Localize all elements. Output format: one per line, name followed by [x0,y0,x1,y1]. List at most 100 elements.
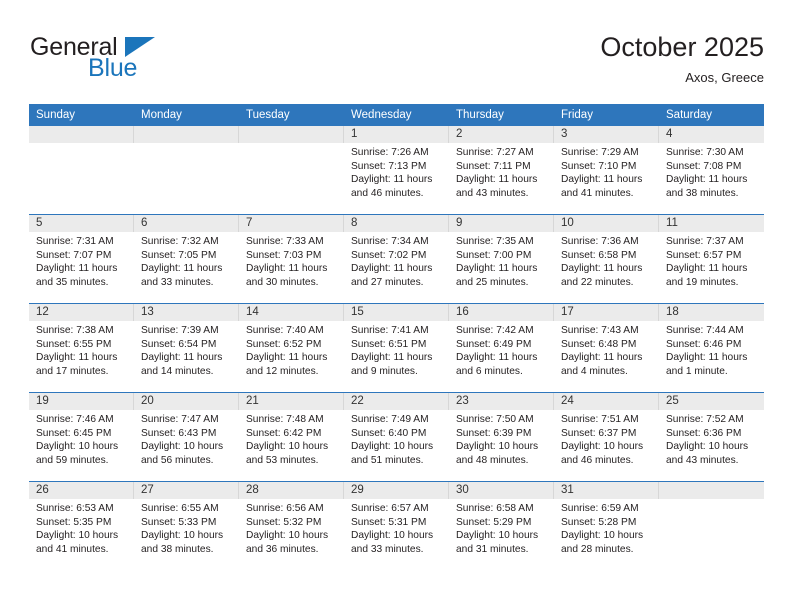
calendar-day-cell[interactable]: 9 Sunrise: 7:35 AM Sunset: 7:00 PM Daylight… [449,214,554,304]
calendar-day-cell[interactable]: 29 Sunrise: 6:57 AM Sunset: 5:31 PM Dayligh… [344,481,449,570]
daylight-text-line2: and 30 minutes. [246,276,319,288]
calendar-day-cell[interactable]: 7 Sunrise: 7:33 AM Sunset: 7:03 PM Daylight… [239,214,344,304]
daylight-text-line1: Daylight: 10 hours [141,530,224,542]
calendar-day-cell[interactable]: 13 Sunrise: 7:39 AM Sunset: 6:54 PM Dayligh… [134,303,239,393]
calendar-day-cell[interactable]: 31 Sunrise: 6:59 AM Sunset: 5:28 PM Dayligh… [554,481,659,570]
calendar-day-cell[interactable]: 21 Sunrise: 7:48 AM Sunset: 6:42 PM Dayligh… [239,392,344,482]
daylight-text-line2: and 33 minutes. [351,543,424,555]
day-cell-inner: 8 Sunrise: 7:34 AM Sunset: 7:02 PM Daylight… [344,215,449,303]
calendar-day-cell[interactable]: 26 Sunrise: 6:53 AM Sunset: 5:35 PM Dayligh… [29,481,134,570]
day-number: 15 [351,306,364,318]
weekday-header-friday: Friday [554,104,659,126]
calendar-day-cell[interactable]: 27 Sunrise: 6:55 AM Sunset: 5:33 PM Dayligh… [134,481,239,570]
daylight-text-line2: and 27 minutes. [351,276,424,288]
sunset-text: Sunset: 6:49 PM [456,338,532,350]
daylight-text-line2: and 48 minutes. [456,454,529,466]
day-number-band: 11 [659,215,764,232]
day-number-band: 2 [449,126,554,143]
calendar-day-cell[interactable]: 3 Sunrise: 7:29 AM Sunset: 7:10 PM Daylight… [554,126,659,215]
day-cell-details: Sunrise: 7:44 AM Sunset: 6:46 PM Daylight:… [659,321,764,378]
weekday-header-saturday: Saturday [659,104,764,126]
sunset-text: Sunset: 6:51 PM [351,338,427,350]
day-cell-details: Sunrise: 7:30 AM Sunset: 7:08 PM Daylight:… [659,143,764,200]
day-number: 17 [561,306,574,318]
daylight-text-line2: and 22 minutes. [561,276,634,288]
daylight-text-line2: and 43 minutes. [456,187,529,199]
sunset-text: Sunset: 6:42 PM [246,427,322,439]
daylight-text-line2: and 38 minutes. [666,187,739,199]
calendar-day-cell[interactable]: 17 Sunrise: 7:43 AM Sunset: 6:48 PM Dayligh… [554,303,659,393]
day-cell-details: Sunrise: 7:39 AM Sunset: 6:54 PM Daylight:… [134,321,239,378]
day-cell-inner: 11 Sunrise: 7:37 AM Sunset: 6:57 PM Dayligh… [659,215,764,303]
day-number: 4 [666,128,673,140]
sunset-text: Sunset: 5:32 PM [246,516,322,528]
day-number-band: 30 [449,482,554,499]
daylight-text-line2: and 38 minutes. [141,543,214,555]
daylight-text-line2: and 14 minutes. [141,365,214,377]
calendar-day-cell[interactable]: 16 Sunrise: 7:42 AM Sunset: 6:49 PM Dayligh… [449,303,554,393]
calendar-day-cell[interactable]: 1 Sunrise: 7:26 AM Sunset: 7:13 PM Daylight… [344,126,449,215]
calendar-day-cell[interactable]: 15 Sunrise: 7:41 AM Sunset: 6:51 PM Dayligh… [344,303,449,393]
calendar-day-cell[interactable]: 5 Sunrise: 7:31 AM Sunset: 7:07 PM Daylight… [29,214,134,304]
sunrise-text: Sunrise: 6:56 AM [246,503,324,514]
day-cell-inner: 7 Sunrise: 7:33 AM Sunset: 7:03 PM Daylight… [239,215,344,303]
day-cell-details: Sunrise: 7:41 AM Sunset: 6:51 PM Daylight:… [344,321,449,378]
daylight-text-line2: and 6 minutes. [456,365,523,377]
general-blue-logo[interactable]: General Blue [29,31,259,89]
calendar-page: General Blue October 2025 Axos, Greece S… [0,0,792,612]
day-cell-inner: 17 Sunrise: 7:43 AM Sunset: 6:48 PM Dayligh… [554,304,659,392]
sunrise-text: Sunrise: 7:31 AM [36,236,114,247]
day-cell-inner: 27 Sunrise: 6:55 AM Sunset: 5:33 PM Dayligh… [134,482,239,570]
calendar-day-cell[interactable]: 10 Sunrise: 7:36 AM Sunset: 6:58 PM Dayligh… [554,214,659,304]
calendar-day-cell[interactable]: 25 Sunrise: 7:52 AM Sunset: 6:36 PM Dayligh… [659,392,764,482]
calendar-body: 1 Sunrise: 7:26 AM Sunset: 7:13 PM Daylight… [29,126,764,570]
calendar-day-cell[interactable]: 4 Sunrise: 7:30 AM Sunset: 7:08 PM Daylight… [659,126,764,215]
day-number-band: 7 [239,215,344,232]
sunset-text: Sunset: 7:02 PM [351,249,427,261]
daylight-text-line1: Daylight: 10 hours [36,441,119,453]
day-cell-details: Sunrise: 7:34 AM Sunset: 7:02 PM Daylight:… [344,232,449,289]
sunset-text: Sunset: 6:45 PM [36,427,112,439]
calendar-day-cell[interactable]: 12 Sunrise: 7:38 AM Sunset: 6:55 PM Dayligh… [29,303,134,393]
calendar-day-cell[interactable]: 23 Sunrise: 7:50 AM Sunset: 6:39 PM Dayligh… [449,392,554,482]
day-number-band: 21 [239,393,344,410]
calendar-day-cell[interactable]: 11 Sunrise: 7:37 AM Sunset: 6:57 PM Dayligh… [659,214,764,304]
sunrise-text: Sunrise: 7:38 AM [36,325,114,336]
calendar-day-cell[interactable]: 18 Sunrise: 7:44 AM Sunset: 6:46 PM Dayligh… [659,303,764,393]
calendar-day-cell[interactable]: 30 Sunrise: 6:58 AM Sunset: 5:29 PM Dayligh… [449,481,554,570]
calendar-day-cell[interactable]: 2 Sunrise: 7:27 AM Sunset: 7:11 PM Daylight… [449,126,554,215]
calendar-day-cell[interactable]: 22 Sunrise: 7:49 AM Sunset: 6:40 PM Dayligh… [344,392,449,482]
day-number-band: 1 [344,126,449,143]
daylight-text-line1: Daylight: 10 hours [246,441,329,453]
daylight-text-line2: and 51 minutes. [351,454,424,466]
calendar-day-cell[interactable]: 8 Sunrise: 7:34 AM Sunset: 7:02 PM Daylight… [344,214,449,304]
day-cell-inner [239,126,344,214]
sunset-text: Sunset: 7:03 PM [246,249,322,261]
daylight-text-line2: and 43 minutes. [666,454,739,466]
daylight-text-line2: and 31 minutes. [456,543,529,555]
day-cell-details: Sunrise: 7:38 AM Sunset: 6:55 PM Daylight:… [29,321,134,378]
calendar-day-cell[interactable]: 28 Sunrise: 6:56 AM Sunset: 5:32 PM Dayligh… [239,481,344,570]
weekday-header-row: Sunday Monday Tuesday Wednesday Thursday… [29,104,764,126]
day-number-band: 25 [659,393,764,410]
sunrise-text: Sunrise: 7:49 AM [351,414,429,425]
day-number: 5 [36,217,43,229]
sunrise-text: Sunrise: 7:29 AM [561,147,639,158]
day-number: 12 [36,306,49,318]
calendar-day-cell[interactable]: 6 Sunrise: 7:32 AM Sunset: 7:05 PM Daylight… [134,214,239,304]
sunrise-text: Sunrise: 6:58 AM [456,503,534,514]
calendar-day-cell[interactable]: 20 Sunrise: 7:47 AM Sunset: 6:43 PM Dayligh… [134,392,239,482]
day-cell-details: Sunrise: 7:26 AM Sunset: 7:13 PM Daylight:… [344,143,449,200]
day-cell-inner [134,126,239,214]
sunrise-text: Sunrise: 7:51 AM [561,414,639,425]
sunset-text: Sunset: 6:55 PM [36,338,112,350]
day-number-band: 26 [29,482,134,499]
day-cell-inner [659,482,764,570]
sunset-text: Sunset: 6:46 PM [666,338,742,350]
calendar-day-cell[interactable]: 24 Sunrise: 7:51 AM Sunset: 6:37 PM Dayligh… [554,392,659,482]
calendar-day-cell[interactable]: 14 Sunrise: 7:40 AM Sunset: 6:52 PM Dayligh… [239,303,344,393]
day-cell-inner: 1 Sunrise: 7:26 AM Sunset: 7:13 PM Daylight… [344,126,449,214]
daylight-text-line1: Daylight: 11 hours [246,352,328,364]
calendar-day-cell[interactable]: 19 Sunrise: 7:46 AM Sunset: 6:45 PM Dayligh… [29,392,134,482]
day-number: 19 [36,395,49,407]
